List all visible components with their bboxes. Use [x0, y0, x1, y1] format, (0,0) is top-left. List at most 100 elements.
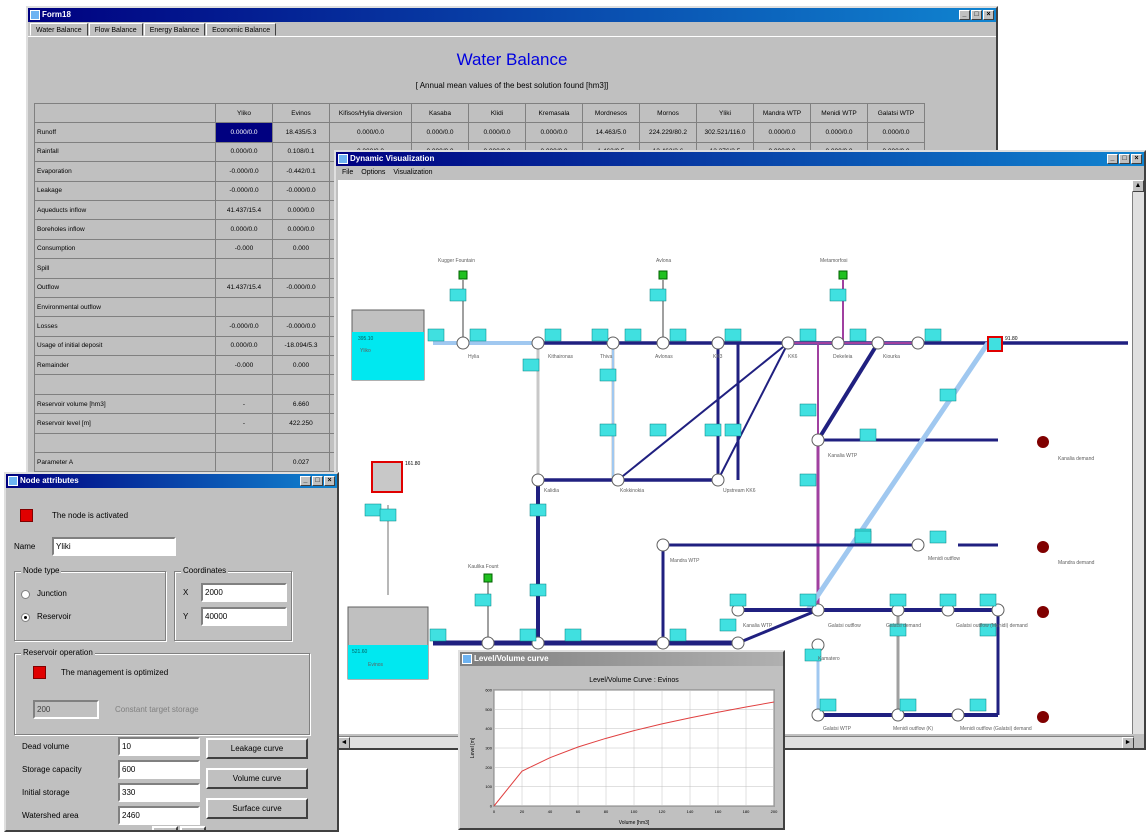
junction-node[interactable]	[656, 336, 670, 350]
tab-energy-balance[interactable]: Energy Balance	[143, 23, 206, 36]
flow-label[interactable]	[522, 358, 540, 372]
flow-label[interactable]	[529, 583, 547, 597]
column-header[interactable]: Yliki	[696, 102, 754, 124]
management-optimized-indicator[interactable]	[33, 666, 46, 679]
flow-label[interactable]	[929, 530, 947, 544]
table-cell[interactable]	[272, 432, 330, 454]
flow-label[interactable]	[799, 593, 817, 607]
table-cell[interactable]: 0.000/0.0	[215, 122, 273, 143]
table-cell[interactable]: -0.442/0.1	[272, 161, 330, 182]
node-attributes-titlebar[interactable]: Node attributes _ □ ×	[6, 474, 337, 488]
junction-node[interactable]	[531, 336, 545, 350]
flow-label[interactable]	[854, 530, 872, 544]
junction-node[interactable]	[911, 538, 925, 552]
table-cell[interactable]: 0.000	[272, 355, 330, 376]
junction-node[interactable]	[456, 336, 470, 350]
flow-label[interactable]	[591, 328, 609, 342]
name-field[interactable]: Yliki	[52, 537, 176, 556]
vertical-scrollbar[interactable]: ▲	[1132, 180, 1144, 734]
table-cell[interactable]: 41.437/15.4	[215, 277, 273, 298]
tab-water-balance[interactable]: Water Balance	[30, 23, 88, 36]
junction-node[interactable]	[831, 336, 845, 350]
close-button[interactable]: ×	[324, 476, 335, 486]
flow-label[interactable]	[859, 428, 877, 442]
flow-label[interactable]	[899, 698, 917, 712]
source-node[interactable]	[838, 270, 848, 280]
column-header[interactable]: Mandra WTP	[753, 102, 811, 124]
table-cell[interactable]: -0.000/0.0	[272, 316, 330, 337]
source-node[interactable]	[458, 270, 468, 280]
column-header[interactable]	[34, 102, 216, 124]
flow-label[interactable]	[379, 508, 397, 522]
junction-node[interactable]	[781, 336, 795, 350]
table-cell[interactable]: 0.000/0.0	[867, 122, 925, 143]
flow-label[interactable]	[799, 473, 817, 487]
demand-node[interactable]	[1037, 541, 1049, 553]
column-header[interactable]: Evinos	[272, 102, 330, 124]
table-cell[interactable]: 0.000	[272, 238, 330, 260]
tab-economic-balance[interactable]: Economic Balance	[206, 23, 277, 36]
table-cell[interactable]	[215, 432, 273, 454]
table-cell[interactable]: -0.000/0.0	[215, 316, 273, 337]
menu-visualization[interactable]: Visualization	[393, 166, 432, 179]
table-cell[interactable]: 6.660	[272, 393, 330, 415]
maximize-button[interactable]: □	[1119, 154, 1130, 164]
table-cell[interactable]: 0.000/0.0	[215, 219, 273, 240]
table-cell[interactable]	[272, 258, 330, 279]
table-cell[interactable]	[215, 374, 273, 395]
table-cell[interactable]: 0.000/0.0	[272, 219, 330, 240]
column-header[interactable]: Yliko	[215, 102, 273, 124]
table-cell[interactable]	[215, 452, 273, 473]
flow-label[interactable]	[719, 618, 737, 632]
table-cell[interactable]: -	[215, 413, 273, 434]
table-cell[interactable]	[215, 296, 273, 318]
flow-label[interactable]	[544, 328, 562, 342]
flow-label[interactable]	[829, 288, 847, 302]
junction-node[interactable]	[656, 538, 670, 552]
column-header[interactable]: Galatsi WTP	[867, 102, 925, 124]
flow-label[interactable]	[364, 503, 382, 517]
table-cell[interactable]: -0.000/0.0	[215, 161, 273, 182]
flow-label[interactable]	[429, 628, 447, 642]
flow-label[interactable]	[564, 628, 582, 642]
flow-label[interactable]	[729, 593, 747, 607]
dynamic-visualization-titlebar[interactable]: Dynamic Visualization _ □ ×	[336, 152, 1144, 166]
column-header[interactable]: Klidi	[468, 102, 526, 124]
network-link[interactable]	[617, 342, 789, 481]
flow-label[interactable]	[624, 328, 642, 342]
next-node-button[interactable]: ►	[180, 826, 206, 830]
reservoir-marathonas[interactable]	[987, 336, 1003, 352]
dead-volume-field[interactable]: 10	[118, 737, 200, 756]
leakage-curve-button[interactable]: Leakage curve	[206, 738, 308, 759]
network-link[interactable]	[805, 341, 991, 612]
storage-capacity-field[interactable]: 600	[118, 760, 200, 779]
table-cell[interactable]	[215, 258, 273, 279]
minimize-button[interactable]: _	[959, 10, 970, 20]
junction-node[interactable]	[951, 708, 965, 722]
table-cell[interactable]: 0.000/0.0	[215, 141, 273, 163]
node-activated-indicator[interactable]	[20, 509, 33, 522]
tab-flow-balance[interactable]: Flow Balance	[88, 23, 143, 36]
table-cell[interactable]: 0.000/0.0	[329, 122, 412, 143]
flow-label[interactable]	[819, 698, 837, 712]
column-header[interactable]: Mordnesos	[582, 102, 640, 124]
table-cell[interactable]: -0.000/0.0	[272, 277, 330, 298]
scroll-up-arrow[interactable]: ▲	[1132, 180, 1144, 192]
surface-curve-button[interactable]: Surface curve	[206, 798, 308, 819]
flow-label[interactable]	[474, 593, 492, 607]
table-cell[interactable]: -0.000	[215, 355, 273, 376]
table-cell[interactable]: 0.000/0.0	[810, 122, 868, 143]
flow-label[interactable]	[979, 593, 997, 607]
scroll-right-arrow[interactable]: ►	[1122, 737, 1134, 748]
y-coordinate-field[interactable]: 40000	[201, 607, 287, 626]
flow-label[interactable]	[529, 503, 547, 517]
column-header[interactable]: Mornos	[639, 102, 697, 124]
table-cell[interactable]: -0.000/0.0	[272, 180, 330, 201]
table-cell[interactable]: 302.521/116.0	[696, 122, 754, 143]
flow-label[interactable]	[669, 328, 687, 342]
minimize-button[interactable]: _	[300, 476, 311, 486]
table-cell[interactable]: 0.027	[272, 452, 330, 473]
flow-label[interactable]	[969, 698, 987, 712]
scroll-left-arrow[interactable]: ◄	[338, 737, 350, 748]
flow-label[interactable]	[599, 423, 617, 437]
